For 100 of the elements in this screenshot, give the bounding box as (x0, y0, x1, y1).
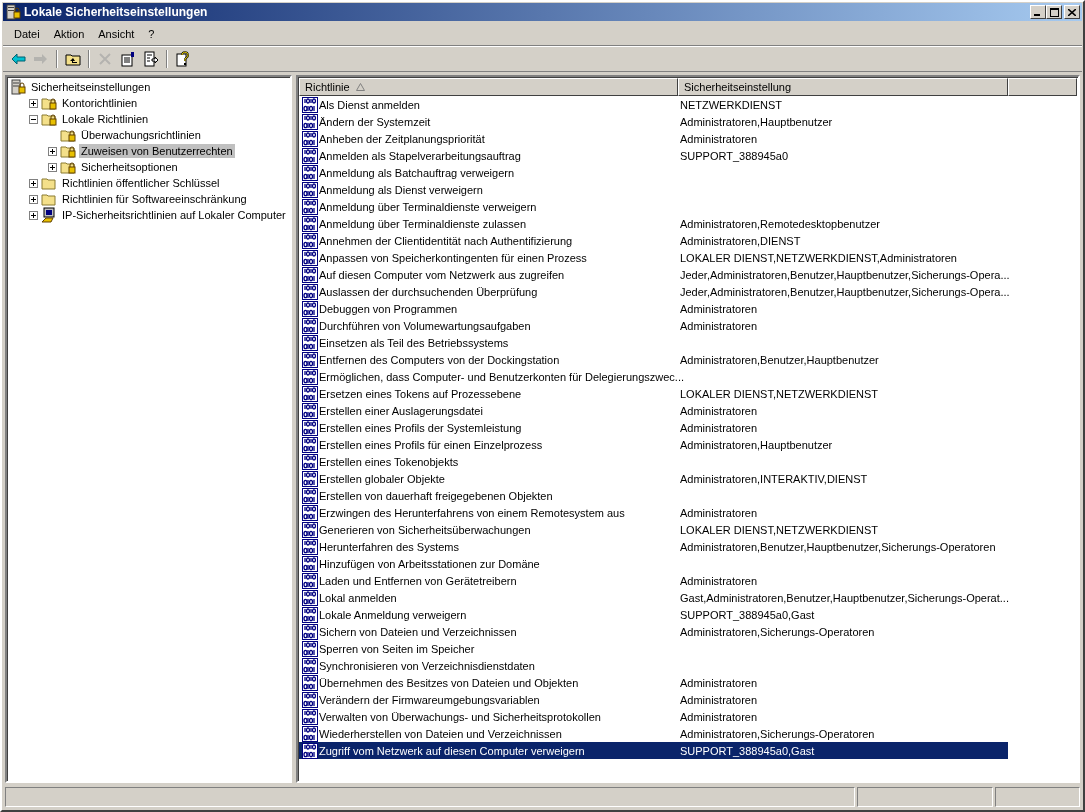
list-row[interactable]: Wiederherstellen von Dateien und Verzeichnissen Administratoren,Sicherungs-Operatoren (299, 725, 1008, 742)
folder-up-icon[interactable] (65, 51, 81, 67)
list-row[interactable]: Zugriff vom Netzwerk auf diesen Computer verweigern SUPPORT_388945a0,Gast (299, 742, 1008, 759)
binary-document-icon (302, 419, 318, 436)
tree-item[interactable]: IP-Sicherheitsrichtlinien auf Lokaler Computer (60, 208, 288, 222)
list-row[interactable]: Erzwingen des Herunterfahrens von einem Remotesystem aus Administratoren (299, 504, 1008, 521)
policy-setting: Gast,Administratoren,Benutzer,Hauptbenutzer,Sicherungs-Operat... (679, 591, 1009, 604)
list-row[interactable]: Ändern der Systemzeit Administratoren,Hauptbenutzer (299, 113, 1008, 130)
expand-icon[interactable] (29, 210, 38, 220)
list-row[interactable]: Synchronisieren von Verzeichnisdienstdaten (299, 657, 1008, 674)
list-row[interactable]: Einsetzen als Teil des Betriebssystems (299, 334, 1008, 351)
folder-icon (41, 191, 57, 207)
policy-setting: Administratoren,DIENST (679, 234, 801, 247)
menu-item[interactable]: Ansicht (91, 26, 142, 42)
tree-item[interactable]: Lokale Richtlinien (60, 112, 151, 126)
policy-setting: NETZWERKDIENST (679, 98, 783, 111)
policy-setting: Administratoren (679, 302, 758, 315)
tree-item[interactable]: Überwachungsrichtlinien (79, 128, 203, 142)
maximize-button[interactable] (1046, 5, 1062, 19)
list-row[interactable]: Ersetzen eines Tokens auf Prozessebene LOKALER DIENST,NETZWERKDIENST (299, 385, 1008, 402)
column-header[interactable]: Sicherheitseinstellung (678, 78, 1008, 96)
policy-name: Entfernen des Computers von der Dockingstation (319, 353, 560, 366)
expand-icon[interactable] (48, 146, 57, 156)
list-row[interactable]: Anmeldung als Dienst verweigern (299, 181, 1008, 198)
binary-document-icon (302, 266, 318, 283)
column-header[interactable] (1008, 78, 1077, 96)
list-row[interactable]: Verändern der Firmwareumgebungsvariablen Administratoren (299, 691, 1008, 708)
help-icon[interactable] (175, 51, 191, 67)
list-row[interactable]: Erstellen eines Profils für einen Einzelprozess Administratoren,Hauptbenutzer (299, 436, 1008, 453)
binary-document-icon (302, 232, 318, 249)
tree-item[interactable]: Sicherheitseinstellungen (29, 80, 153, 94)
list-row[interactable]: Laden und Entfernen von Gerätetreibern Administratoren (299, 572, 1008, 589)
back-arrow-icon[interactable] (10, 51, 26, 67)
list-row[interactable]: Anpassen von Speicherkontingenten für einen Prozess LOKALER DIENST,NETZWERKDIENST,Administratoren (299, 249, 1008, 266)
list-row[interactable]: Hinzufügen von Arbeitsstationen zur Domäne (299, 555, 1008, 572)
list-row[interactable]: Anmeldung über Terminaldienste verweigern (299, 198, 1008, 215)
binary-document-icon (302, 708, 318, 725)
policy-setting: Jeder,Administratoren,Benutzer,Hauptbenutzer,Sicherungs-Opera... (679, 268, 1010, 281)
list-row[interactable]: Generieren von Sicherheitsüberwachungen LOKALER DIENST,NETZWERKDIENST (299, 521, 1008, 538)
policy-name: Als Dienst anmelden (319, 98, 420, 111)
tree-item[interactable]: Richtlinien öffentlicher Schlüssel (60, 176, 222, 190)
list-row[interactable]: Sichern von Dateien und Verzeichnissen Administratoren,Sicherungs-Operatoren (299, 623, 1008, 640)
binary-document-icon (302, 113, 318, 130)
policy-name: Durchführen von Volumewartungsaufgaben (319, 319, 531, 332)
binary-document-icon (302, 385, 318, 402)
policy-name: Anmeldung über Terminaldienste verweigern (319, 200, 537, 213)
list-row[interactable]: Auf diesen Computer vom Netzwerk aus zugreifen Jeder,Administratoren,Benutzer,Hauptbenutzer,Sicherungs-Opera... (299, 266, 1008, 283)
folder-icon (41, 175, 57, 191)
menu-item[interactable]: ? (141, 26, 162, 42)
binary-document-icon (302, 623, 318, 640)
list-row[interactable]: Ermöglichen, dass Computer- und Benutzerkonten für Delegierungszwec... (299, 368, 1008, 385)
policy-name: Debuggen von Programmen (319, 302, 458, 315)
list-row[interactable]: Debuggen von Programmen Administratoren (299, 300, 1008, 317)
tree-item[interactable]: Richtlinien für Softwareeinschränkung (60, 192, 249, 206)
binary-document-icon (302, 368, 318, 385)
list-row[interactable]: Anmeldung über Terminaldienste zulassen Administratoren,Remotedesktopbenutzer (299, 215, 1008, 232)
list-row[interactable]: Auslassen der durchsuchenden Überprüfung Jeder,Administratoren,Benutzer,Hauptbenutzer,Sicherungs-Opera... (299, 283, 1008, 300)
list-row[interactable]: Erstellen globaler Objekte Administratoren,INTERAKTIV,DIENST (299, 470, 1008, 487)
list-row[interactable]: Annehmen der Clientidentität nach Authentifizierung Administratoren,DIENST (299, 232, 1008, 249)
policy-name: Zugriff vom Netzwerk auf diesen Computer verweigern (319, 744, 585, 757)
column-header[interactable]: Richtlinie (299, 78, 678, 96)
policy-name: Erstellen eines Tokenobjekts (319, 455, 459, 468)
expand-icon[interactable] (29, 98, 38, 108)
list-row[interactable]: Erstellen einer Auslagerungsdatei Administratoren (299, 402, 1008, 419)
list-row[interactable]: Erstellen eines Tokenobjekts (299, 453, 1008, 470)
collapse-icon[interactable] (29, 114, 38, 124)
list-row[interactable]: Durchführen von Volumewartungsaufgaben Administratoren (299, 317, 1008, 334)
policy-name: Generieren von Sicherheitsüberwachungen (319, 523, 531, 536)
binary-document-icon (302, 555, 318, 572)
minimize-button[interactable] (1030, 5, 1046, 19)
list-row[interactable]: Anheben der Zeitplanungspriorität Administratoren (299, 130, 1008, 147)
binary-document-icon (302, 130, 318, 147)
list-row[interactable]: Übernehmen des Besitzes von Dateien und Objekten Administratoren (299, 674, 1008, 691)
menu-item[interactable]: Datei (7, 26, 47, 42)
close-icon (1068, 8, 1076, 16)
policy-name: Verändern der Firmwareumgebungsvariablen (319, 693, 540, 706)
properties-icon[interactable] (120, 51, 136, 67)
policy-name: Ändern der Systemzeit (319, 115, 431, 128)
expand-icon[interactable] (29, 194, 38, 204)
export-list-icon[interactable] (143, 51, 159, 67)
tree-item[interactable]: Kontorichtlinien (60, 96, 140, 110)
expand-icon[interactable] (48, 162, 57, 172)
close-button[interactable] (1064, 5, 1080, 19)
list-row[interactable]: Verwalten von Überwachungs- und Sicherheitsprotokollen Administratoren (299, 708, 1008, 725)
expand-icon[interactable] (29, 178, 38, 188)
menu-item[interactable]: Aktion (46, 26, 92, 42)
list-row[interactable]: Entfernen des Computers von der Dockingstation Administratoren,Benutzer,Hauptbenutzer (299, 351, 1008, 368)
list-row[interactable]: Anmeldung als Batchauftrag verweigern (299, 164, 1008, 181)
policy-setting: Administratoren,Sicherungs-Operatoren (679, 727, 875, 740)
policy-setting: SUPPORT_388945a0,Gast (679, 608, 815, 621)
list-row[interactable]: Herunterfahren des Systems Administratoren,Benutzer,Hauptbenutzer,Sicherungs-Operatoren (299, 538, 1008, 555)
list-row[interactable]: Erstellen von dauerhaft freigegebenen Objekten (299, 487, 1008, 504)
list-row[interactable]: Als Dienst anmelden NETZWERKDIENST (299, 96, 1008, 113)
tree-item[interactable]: Zuweisen von Benutzerrechten (79, 144, 235, 158)
list-row[interactable]: Anmelden als Stapelverarbeitungsauftrag SUPPORT_388945a0 (299, 147, 1008, 164)
list-row[interactable]: Sperren von Seiten im Speicher (299, 640, 1008, 657)
tree-item[interactable]: Sicherheitsoptionen (79, 160, 180, 174)
list-row[interactable]: Lokal anmelden Gast,Administratoren,Benutzer,Hauptbenutzer,Sicherungs-Operat... (299, 589, 1008, 606)
list-row[interactable]: Erstellen eines Profils der Systemleistung Administratoren (299, 419, 1008, 436)
list-row[interactable]: Lokale Anmeldung verweigern SUPPORT_388945a0,Gast (299, 606, 1008, 623)
